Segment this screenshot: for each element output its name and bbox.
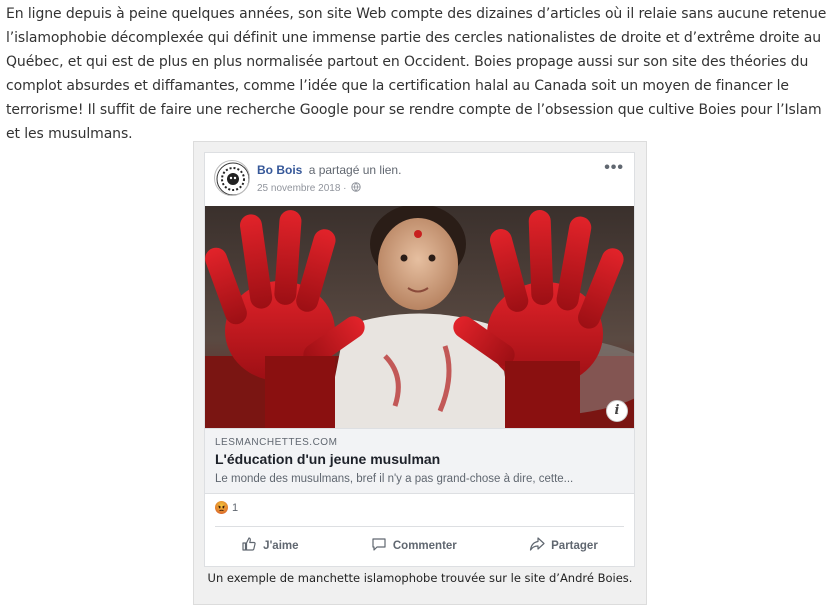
comment-icon	[371, 536, 387, 555]
share-icon	[529, 536, 545, 555]
link-description: Le monde des musulmans, bref il n'y a pa…	[215, 473, 574, 485]
reaction-count: 1	[232, 501, 239, 514]
like-label: J'aime	[263, 539, 299, 552]
angry-reaction-icon	[215, 501, 228, 514]
comment-label: Commenter	[392, 539, 457, 552]
post-date-line: 25 novembre 2018 ·	[257, 182, 361, 195]
divider	[215, 526, 624, 527]
avatar[interactable]	[214, 160, 250, 196]
thumbs-up-icon	[241, 536, 257, 555]
share-button[interactable]: Partager	[523, 534, 604, 557]
link-title[interactable]: L'éducation d'un jeune musulman	[215, 451, 440, 467]
post-action-text: a partagé un lien.	[308, 163, 402, 177]
more-horizontal-icon[interactable]: •••	[604, 159, 624, 177]
author-name[interactable]: Bo Bois	[257, 163, 302, 177]
share-label: Partager	[551, 539, 598, 552]
facebook-post-card: Bo Bois a partagé un lien. 25 novembre 2…	[204, 152, 635, 567]
post-date[interactable]: 25 novembre 2018 ·	[257, 183, 347, 194]
figure-caption: Un exemple de manchette islamophobe trou…	[207, 571, 633, 585]
article-paragraph: En ligne depuis à peine quelques années,…	[6, 6, 827, 142]
like-button[interactable]: J'aime	[235, 534, 304, 557]
figure: Bo Bois a partagé un lien. 25 novembre 2…	[193, 141, 647, 605]
link-preview[interactable]: LESMANCHETTES.COM L'éducation d'un jeune…	[205, 428, 634, 494]
link-domain: LESMANCHETTES.COM	[215, 437, 338, 448]
globe-icon	[350, 182, 361, 195]
author-line: Bo Bois a partagé un lien.	[257, 163, 401, 177]
post-actions: J'aime Commenter Partager	[205, 534, 634, 557]
post-photo[interactable]: i	[205, 206, 634, 428]
comment-button[interactable]: Commenter	[365, 534, 463, 557]
info-icon[interactable]: i	[606, 400, 628, 422]
reactions-summary[interactable]: 1	[215, 501, 238, 514]
